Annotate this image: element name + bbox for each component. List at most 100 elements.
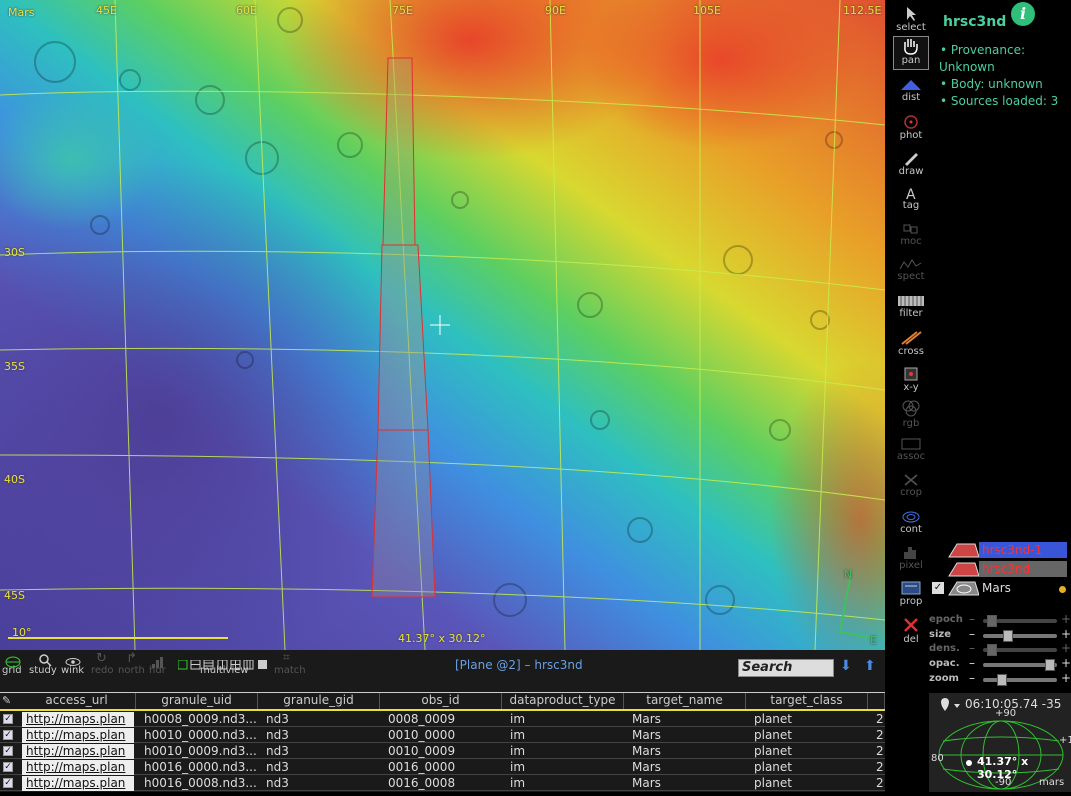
tool-cross[interactable]: cross (893, 330, 929, 357)
zoom-slider[interactable] (983, 674, 1057, 686)
table-cell: 0010_0000 (388, 728, 456, 742)
minus-button[interactable]: – (969, 656, 975, 670)
table-cell: nd3 (266, 744, 289, 758)
lon-label: 75E (392, 4, 413, 17)
plane-hrsc3nd[interactable]: hrsc3nd (979, 561, 1067, 577)
plus-button[interactable]: + (1061, 671, 1071, 685)
table-cell: h0016_0008.nd3... (144, 776, 257, 790)
table-cell: 0008_0009 (388, 712, 456, 726)
table-cell: 0010_0009 (388, 744, 456, 758)
column-header[interactable]: granule_uid (136, 693, 258, 709)
lat-label: 30S (4, 246, 25, 259)
access-url-link[interactable]: http://maps.plan (22, 712, 134, 727)
arrow-down-icon[interactable]: ⬇ (840, 658, 852, 674)
minus-button[interactable]: – (969, 627, 975, 641)
tool-label: dist (901, 92, 921, 103)
row-checkbox[interactable]: ✓ (3, 714, 13, 724)
plus-button[interactable]: + (1061, 627, 1071, 641)
minus-button[interactable]: – (969, 641, 975, 655)
table-row[interactable]: ✓ http://maps.plan h0010_0009.nd3... nd3 001… (0, 743, 885, 759)
match-icon[interactable]: ⌗ (283, 650, 290, 665)
row-checkbox[interactable]: ✓ (3, 762, 13, 772)
tool-phot[interactable]: phot (893, 114, 929, 141)
tool-prop[interactable]: prop (893, 580, 929, 607)
table-cell: planet (754, 776, 792, 790)
tool-moc[interactable]: moc (893, 222, 929, 247)
bottom-toolbar: grid study wink ↻ redo ↱ north hdr multi… (0, 650, 885, 692)
search-input[interactable]: Search (738, 659, 834, 677)
column-header[interactable]: dataproduct_type (502, 693, 624, 709)
tool-filter[interactable]: filter (893, 294, 929, 319)
tool-tag[interactable]: A tag (893, 186, 929, 211)
rgb-icon (902, 400, 920, 417)
contour-icon (902, 511, 920, 523)
delete-x-icon (904, 618, 918, 632)
pin-icon[interactable]: ✎ (2, 694, 18, 708)
plane-mars[interactable]: Mars (979, 580, 1067, 596)
tool-spect[interactable]: spect (893, 257, 929, 282)
table-cell: 2 (876, 712, 884, 726)
plane-checkbox[interactable]: ✓ (932, 582, 944, 594)
row-checkbox[interactable]: ✓ (3, 746, 13, 756)
redo-icon[interactable]: ↻ (96, 651, 107, 666)
table-cell: planet (754, 728, 792, 742)
tool-label: assoc (896, 451, 926, 462)
table-row[interactable]: ✓ http://maps.plan h0008_0009.nd3... nd3 000… (0, 711, 885, 727)
row-checkbox[interactable]: ✓ (3, 778, 13, 788)
row-checkbox[interactable]: ✓ (3, 730, 13, 740)
column-header[interactable] (868, 693, 885, 709)
table-cell: planet (754, 712, 792, 726)
table-row[interactable]: ✓ http://maps.plan h0016_0000.nd3... nd3 001… (0, 759, 885, 775)
epoch-slider[interactable] (983, 615, 1057, 627)
cursor-arrow-icon (907, 7, 916, 21)
plane-eye-icon[interactable] (945, 542, 980, 558)
tool-dist[interactable]: dist (893, 80, 929, 103)
distance-icon (901, 80, 921, 90)
globe-plane-icon[interactable] (945, 580, 980, 596)
access-url-link[interactable]: http://maps.plan (22, 744, 134, 759)
table-cell: nd3 (266, 728, 289, 742)
tool-cont[interactable]: cont (893, 510, 929, 535)
north-label: north (118, 665, 145, 676)
column-header[interactable]: access_url (18, 693, 136, 709)
north-arrow-icon[interactable]: ↱ (126, 651, 137, 666)
tool-crop[interactable]: crop (893, 473, 929, 498)
column-header[interactable]: obs_id (380, 693, 502, 709)
coord-readout: 41.37° x 30.12° (398, 632, 486, 645)
minus-button[interactable]: – (969, 612, 975, 626)
plane-eye-icon[interactable] (945, 561, 980, 577)
minus-button[interactable]: – (969, 671, 975, 685)
tool-del[interactable]: del (893, 616, 929, 645)
column-header[interactable]: target_name (624, 693, 746, 709)
tool-xy[interactable]: x-y (893, 366, 929, 393)
info-button[interactable]: i (1011, 2, 1035, 26)
table-row[interactable]: ✓ http://maps.plan h0016_0008.nd3... nd3 001… (0, 775, 885, 791)
table-cell: Mars (632, 760, 661, 774)
slider-label: epoch (929, 614, 963, 625)
access-url-link[interactable]: http://maps.plan (22, 728, 134, 743)
navigator-minimap[interactable]: 06:10:05.74 -35 +90 80 +1 -90 41.37° x 3… (929, 693, 1071, 792)
plus-button[interactable]: + (1061, 656, 1071, 670)
opacity-slider[interactable] (983, 659, 1057, 671)
arrow-up-icon[interactable]: ⬆ (864, 658, 876, 674)
access-url-link[interactable]: http://maps.plan (22, 776, 134, 791)
column-header[interactable]: target_class (746, 693, 868, 709)
tool-pan[interactable]: pan (893, 36, 929, 70)
tool-draw[interactable]: draw (893, 150, 929, 177)
tool-select[interactable]: select (893, 6, 929, 33)
table-row[interactable]: ✓ http://maps.plan h0010_0000.nd3... nd3 001… (0, 727, 885, 743)
mars-elevation-map[interactable] (0, 0, 885, 650)
size-slider[interactable] (983, 630, 1057, 642)
access-url-link[interactable]: http://maps.plan (22, 760, 134, 775)
plus-button[interactable]: + (1061, 641, 1071, 655)
table-cell: im (510, 712, 526, 726)
tool-pixel[interactable]: pixel (893, 544, 929, 571)
plane-hrsc3nd-1[interactable]: hrsc3nd-1 (979, 542, 1067, 558)
sky-map-view[interactable]: Mars 45E 60E 75E 90E 105E 112.5E 30S 35S… (0, 0, 885, 650)
tool-label: phot (899, 130, 923, 141)
density-slider[interactable] (983, 644, 1057, 656)
tool-assoc[interactable]: assoc (893, 437, 929, 462)
plus-button[interactable]: + (1061, 612, 1071, 626)
column-header[interactable]: granule_gid (258, 693, 380, 709)
tool-rgb[interactable]: rgb (893, 400, 929, 429)
